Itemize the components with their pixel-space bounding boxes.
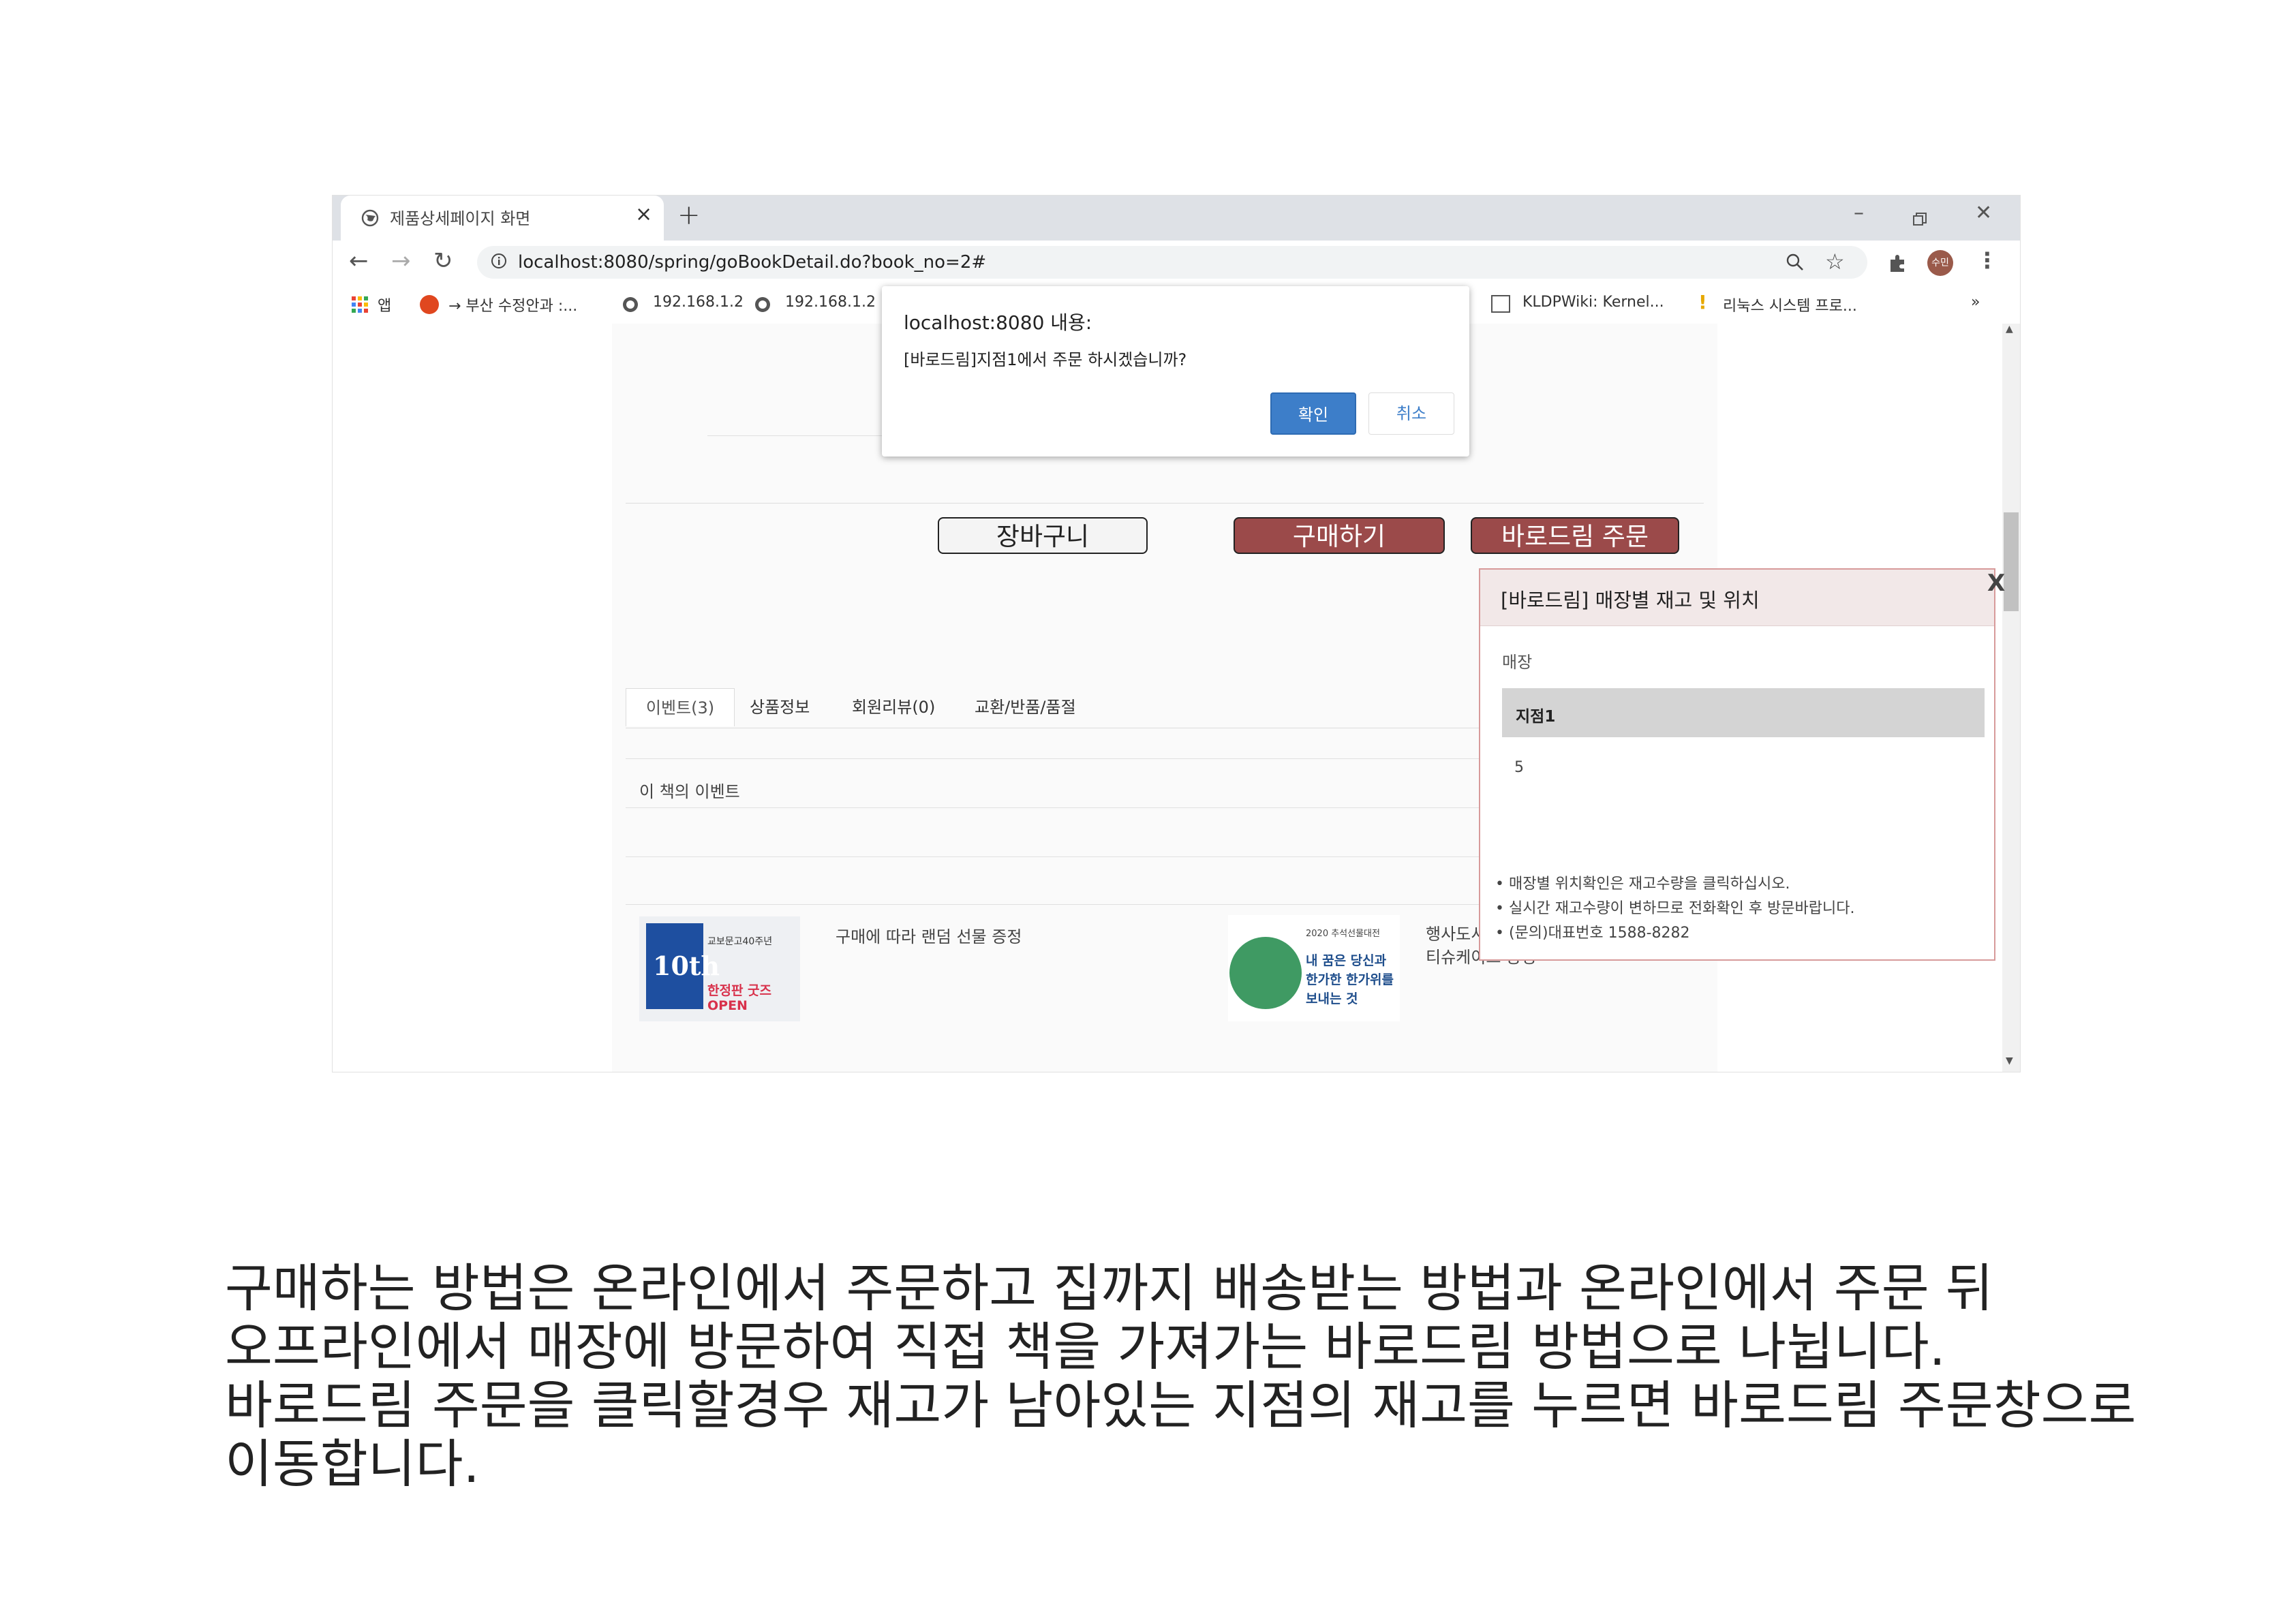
profile-avatar[interactable]: 수민 [1927,250,1953,276]
menu-icon[interactable]: ⋮ [1976,247,1998,273]
tab-product-info[interactable]: 상품정보 [750,688,810,726]
site-favicon-icon [420,295,439,314]
confirm-dialog: localhost:8080 내용: [바로드림]지점1에서 주문 하시겠습니까… [882,286,1469,457]
browser-tab[interactable]: 제품상세페이지 화면 × [341,196,664,241]
caption-line: 오프라인에서 매장에 방문하여 직접 책을 가져가는 바로드림 방법으로 나뉩니… [225,1316,1946,1377]
tab-event[interactable]: 이벤트(3) [626,688,735,726]
banner-text: OPEN [707,998,748,1013]
stock-notes: • 매장별 위치확인은 재고수량을 클릭하십시오. • 실시간 재고수량이 변하… [1495,872,1854,946]
restore-icon[interactable] [1912,212,1927,227]
address-bar[interactable]: localhost:8080/spring/goBookDetail.do?bo… [477,246,1867,279]
warning-icon: ! [1698,291,1707,313]
banner-graphic [1229,937,1302,1009]
banner-10th: 10th [653,950,720,981]
info-icon[interactable] [491,253,507,269]
slide-caption: 구매하는 방법은 온라인에서 주문하고 집까지 배송받는 방법과 온라인에서 주… [225,1258,2137,1494]
banner-text: 한정판 굿즈 [707,983,772,998]
extensions-icon[interactable] [1888,253,1908,273]
stock-note: • 매장별 위치확인은 재고수량을 클릭하십시오. [1495,876,1790,893]
banner-text: 내 꿈은 당신과 [1306,953,1387,968]
event-banner-kyobo[interactable]: 10th 교보문고40주년 한정판 굿즈 OPEN [639,916,800,1021]
bookmark-star-icon[interactable]: ☆ [1825,249,1845,275]
bookmark-linux[interactable]: 리눅스 시스템 프로... [1723,294,1857,315]
globe-icon [361,209,379,227]
bookmark-kldpwiki[interactable]: KLDPWiki: Kernel... [1522,294,1664,311]
page-scrollbar[interactable] [2002,324,2020,1072]
stock-note: • (문의)대표번호 1588-8282 [1495,925,1690,942]
globe-icon [623,297,638,312]
banner-text: 교보문고40주년 [707,936,773,947]
apps-grid-icon[interactable] [352,296,368,313]
baro-order-button[interactable]: 바로드림 주문 [1471,517,1679,554]
store-column-header: 매장 [1502,653,1533,672]
minimize-icon[interactable]: – [1854,201,1864,225]
tab-title: 제품상세페이지 화면 [390,209,531,228]
caption-line: 바로드림 주문을 클릭할경우 재고가 남아있는 지점의 재고를 누르면 바로드림… [225,1375,2137,1436]
dialog-message: [바로드림]지점1에서 주문 하시겠습니까? [904,350,1187,369]
bookmark-ip-1[interactable]: 192.168.1.2 [653,294,744,311]
dialog-ok-button[interactable]: 확인 [1270,392,1356,435]
tab-exchange[interactable]: 교환/반품/품절 [975,688,1076,726]
url-text: localhost:8080/spring/goBookDetail.do?bo… [518,252,987,273]
scroll-up-icon[interactable]: ▲ [2006,324,2013,335]
banner-text: 보내는 것 [1306,991,1358,1006]
buy-button[interactable]: 구매하기 [1234,517,1445,554]
dialog-cancel-button[interactable]: 취소 [1368,392,1454,435]
wiki-icon [1491,295,1510,313]
stock-note: • 실시간 재고수량이 변하므로 전화확인 후 방문바랍니다. [1495,900,1855,917]
scrollbar-thumb[interactable] [2004,512,2019,611]
stock-panel-title: [바로드림] 매장별 재고 및 위치 [1501,589,1760,612]
dialog-title: localhost:8080 내용: [904,311,1092,334]
event-banner-chuseok[interactable]: 2020 추석선물대전 내 꿈은 당신과 한가한 한가위를 보내는 것 [1228,915,1400,1021]
browser-toolbar: ← → ↻ localhost:8080/spring/goBookDetail… [333,241,2020,284]
back-icon[interactable]: ← [349,247,369,275]
cart-button[interactable]: 장바구니 [938,517,1148,554]
tab-strip: 제품상세페이지 화면 × + – ✕ [333,196,2020,241]
bookmark-ip-2[interactable]: 192.168.1.2 [785,294,876,311]
event-description: 구매에 따라 랜덤 선물 증정 [836,927,1022,946]
stock-panel-header: [바로드림] 매장별 재고 및 위치 [1480,570,1994,626]
scroll-down-icon[interactable]: ▼ [2006,1055,2013,1066]
reload-icon[interactable]: ↻ [433,247,453,275]
zoom-icon[interactable] [1786,253,1805,272]
close-tab-icon[interactable]: × [635,202,652,226]
banner-text: 한가한 한가위를 [1306,972,1394,987]
caption-line: 구매하는 방법은 온라인에서 주문하고 집까지 배송받는 방법과 온라인에서 주… [225,1258,1993,1318]
globe-icon [755,297,770,312]
event-section-title: 이 책의 이벤트 [639,782,740,801]
stock-panel: [바로드림] 매장별 재고 및 위치 X 매장 지점1 5 • 매장별 위치확인… [1479,568,2005,961]
store-stock-count[interactable]: 5 [1514,759,1524,776]
banner-text: 2020 추석선물대전 [1306,929,1380,939]
close-window-icon[interactable]: ✕ [1975,201,1992,225]
store-row[interactable]: 지점1 [1502,688,1985,737]
divider [626,503,1704,504]
stock-panel-close-button[interactable]: X [1987,570,2005,597]
caption-line: 이동합니다. [225,1434,480,1494]
forward-icon[interactable]: → [391,247,411,275]
bookmark-busan[interactable]: → 부산 수정안과 :... [448,294,577,315]
bookmark-apps[interactable]: 앱 [378,294,391,315]
new-tab-icon[interactable]: + [677,200,701,231]
tab-review[interactable]: 회원리뷰(0) [852,688,935,726]
more-bookmarks[interactable]: » [1971,294,1980,311]
store-name: 지점1 [1516,708,1556,726]
